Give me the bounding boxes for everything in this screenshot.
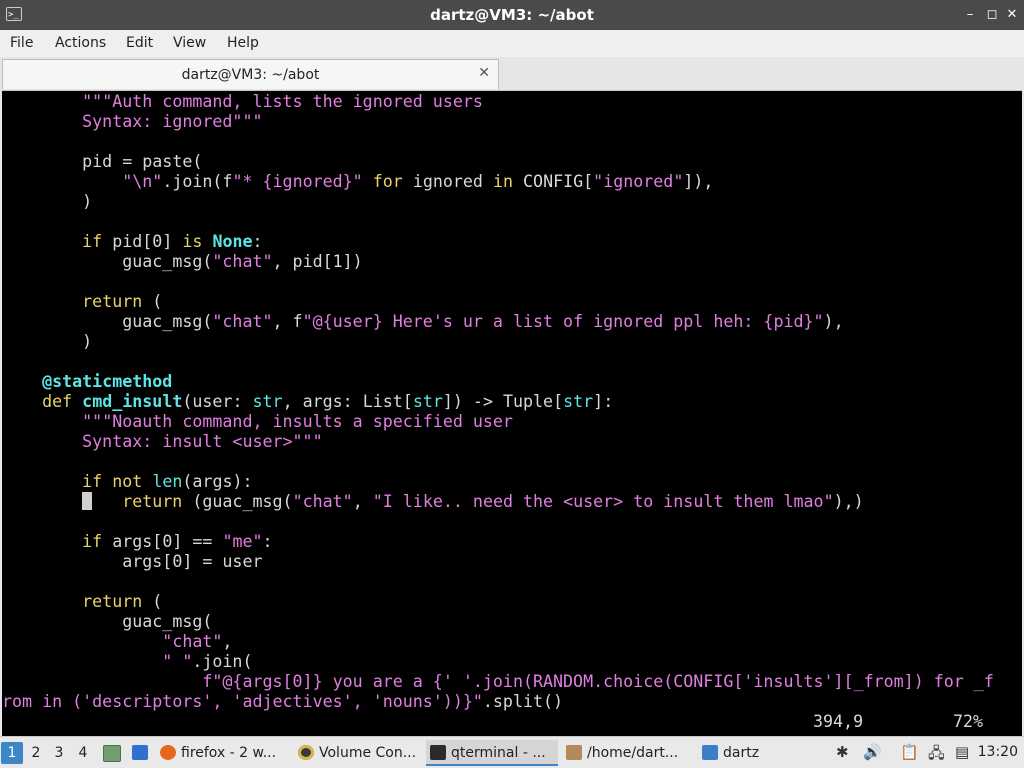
workspace-3[interactable]: 3: [48, 742, 70, 764]
workspace-4[interactable]: 4: [72, 742, 94, 764]
task-volume-control[interactable]: Volume Con...: [298, 740, 420, 766]
terminal-icon: [430, 745, 446, 760]
folder-icon: [702, 745, 718, 760]
menu-view[interactable]: View: [173, 35, 206, 51]
task-label: Volume Con...: [319, 745, 417, 761]
terminal-view[interactable]: """Auth command, lists the ignored users…: [2, 91, 1022, 735]
menu-bar: File Actions Edit View Help: [0, 30, 1024, 57]
window-title: dartz@VM3: ~/abot: [430, 6, 594, 24]
task-label: firefox - 2 w...: [181, 745, 277, 761]
task-label: qterminal - ...: [451, 745, 546, 761]
tab-close-icon[interactable]: ✕: [478, 65, 490, 81]
task-folder[interactable]: dartz: [702, 740, 772, 766]
archive-icon: [566, 745, 582, 760]
app-launcher-icon[interactable]: [132, 745, 148, 760]
workspace-1[interactable]: 1: [1, 742, 23, 764]
scroll-percent: 72%: [953, 712, 984, 731]
network-icon[interactable]: 🖧: [928, 743, 945, 768]
task-label: dartz: [723, 745, 760, 761]
tab-label: dartz@VM3: ~/abot: [181, 67, 320, 83]
firefox-icon: [160, 745, 176, 760]
code-buffer: """Auth command, lists the ignored users…: [2, 92, 994, 711]
notes-icon[interactable]: ▤: [955, 743, 969, 761]
tab-terminal[interactable]: dartz@VM3: ~/abot ✕: [2, 59, 499, 89]
maximize-icon[interactable]: ◻: [984, 7, 1000, 23]
clock: 13:20: [977, 744, 1018, 760]
cursor-position: 394,9: [813, 712, 864, 731]
task-archive[interactable]: /home/dart...: [566, 740, 692, 766]
task-label: /home/dart...: [587, 745, 679, 761]
menu-actions[interactable]: Actions: [55, 35, 106, 51]
tab-bar: dartz@VM3: ~/abot ✕: [0, 57, 1024, 91]
taskbar: 1 2 3 4 firefox - 2 w... Volume Con... q…: [0, 736, 1024, 768]
workspace-2[interactable]: 2: [25, 742, 47, 764]
show-desktop-icon[interactable]: [103, 745, 121, 762]
text-cursor: [82, 492, 93, 510]
task-firefox[interactable]: firefox - 2 w...: [160, 740, 288, 766]
minimize-icon[interactable]: –: [962, 7, 978, 23]
menu-help[interactable]: Help: [227, 35, 259, 51]
clipboard-icon[interactable]: 📋: [900, 743, 919, 761]
volume-icon[interactable]: 🔊: [863, 743, 882, 761]
task-qterminal[interactable]: qterminal - ...: [426, 740, 558, 766]
menu-edit[interactable]: Edit: [126, 35, 153, 51]
bluetooth-icon[interactable]: ✱: [836, 743, 849, 761]
menu-file[interactable]: File: [10, 35, 33, 51]
volume-control-icon: [298, 745, 314, 760]
window-titlebar[interactable]: >_ dartz@VM3: ~/abot – ◻ ✕: [0, 0, 1024, 30]
close-icon[interactable]: ✕: [1004, 7, 1020, 23]
